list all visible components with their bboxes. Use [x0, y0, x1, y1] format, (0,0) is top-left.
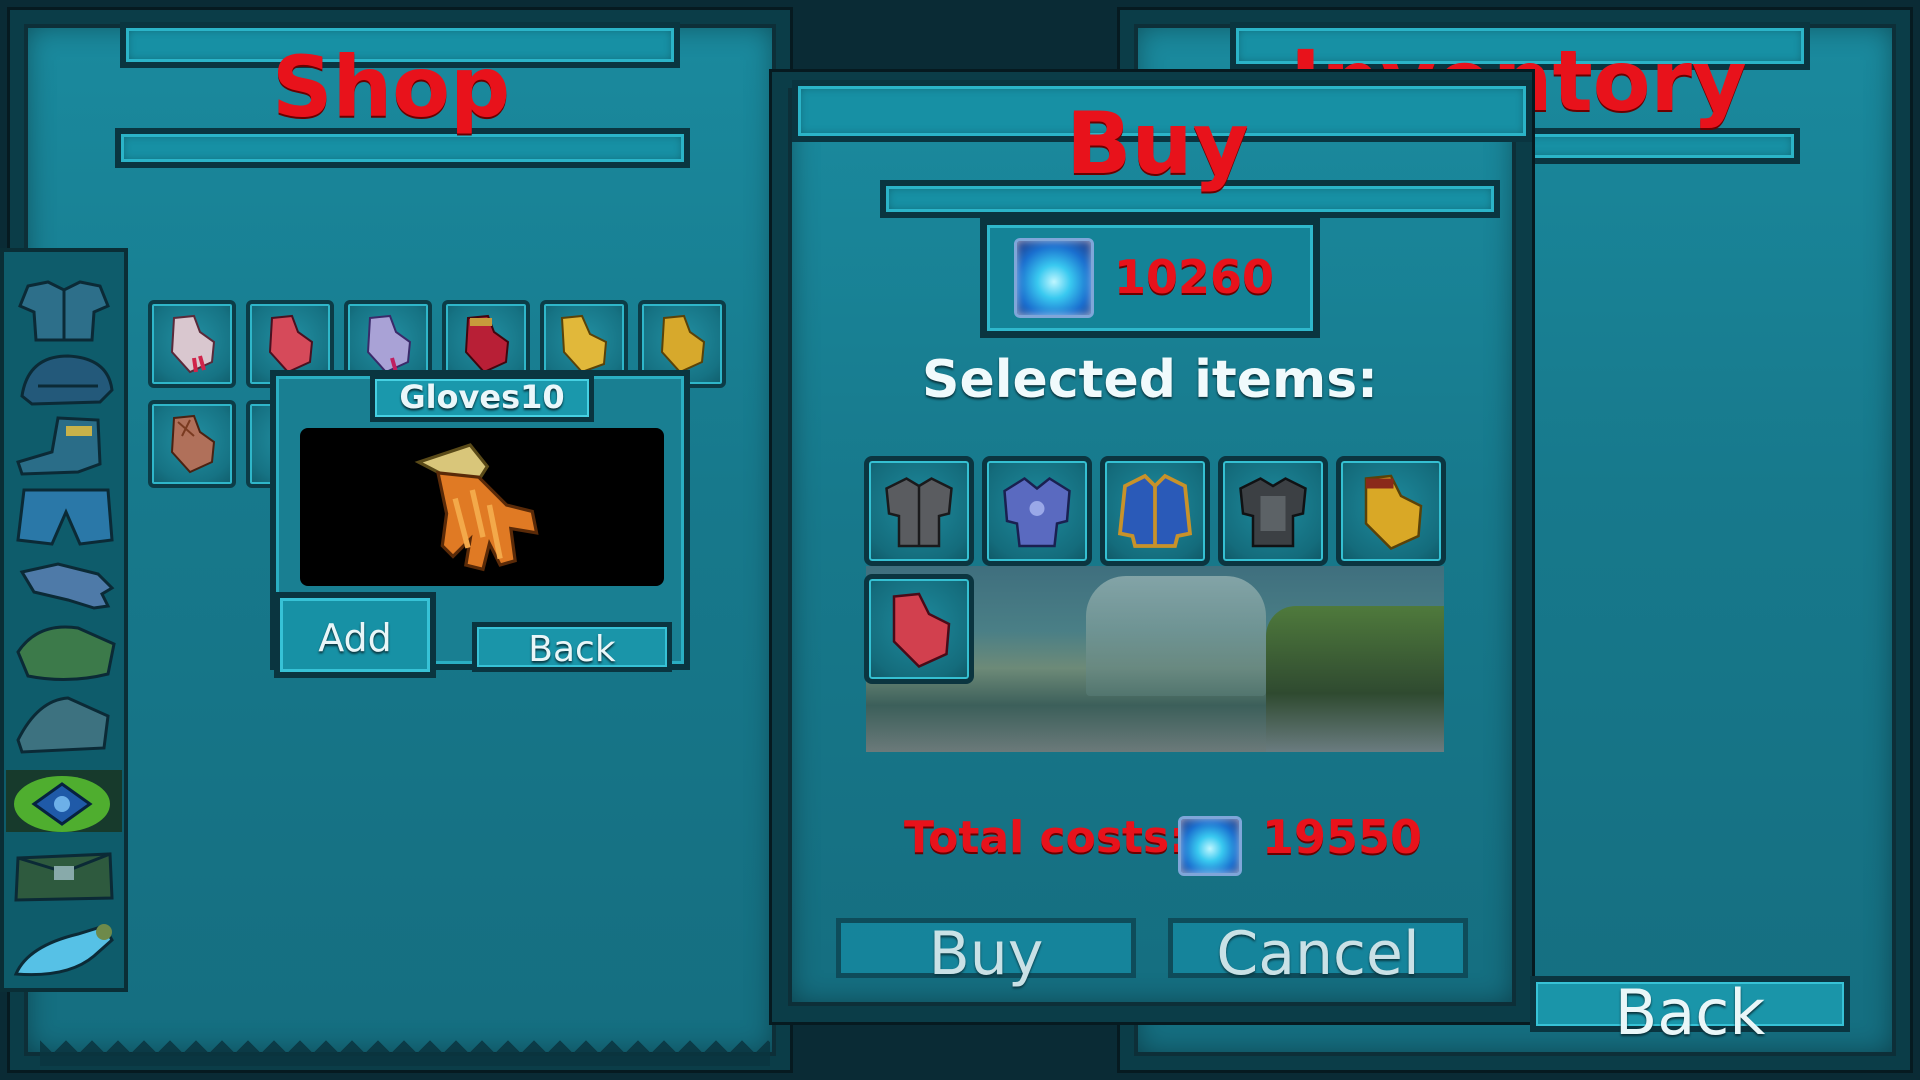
gloves-icon: [170, 414, 216, 474]
selected-item-slot[interactable]: [1218, 456, 1328, 566]
gloves-icon: [560, 314, 608, 374]
category-chest-armor-icon[interactable]: [8, 276, 120, 344]
cancel-button-label: Cancel: [1216, 919, 1420, 989]
selected-item-slot[interactable]: [864, 456, 974, 566]
selected-items-label: Selected items:: [922, 350, 1378, 410]
scenery-waterfall: [1086, 576, 1266, 696]
cancel-button[interactable]: Cancel: [1168, 918, 1468, 989]
gem-currency-icon: [1178, 816, 1242, 876]
gloves-icon: [268, 314, 314, 374]
chest-armor-icon: [1239, 477, 1307, 548]
shop-bottom-spikes: [40, 1040, 770, 1066]
jacket-icon: [1117, 473, 1193, 548]
selected-item-slot[interactable]: [1336, 456, 1446, 566]
gem-currency-icon: [1014, 238, 1094, 318]
balance-value: 10260: [1114, 250, 1275, 304]
gloves-icon: [892, 592, 951, 668]
add-button-label: Add: [318, 616, 392, 660]
category-bag-icon[interactable]: [8, 838, 120, 906]
selected-item-slot[interactable]: [982, 456, 1092, 566]
category-shoulder-icon[interactable]: [8, 690, 120, 758]
popup-back-button[interactable]: Back: [472, 622, 672, 672]
chest-armor-icon: [1003, 476, 1071, 548]
category-potion-icon[interactable]: [8, 916, 120, 984]
shop-title: Shop: [272, 38, 511, 136]
buy-button-label: Buy: [928, 919, 1044, 989]
gloves-icon: [170, 314, 216, 374]
selected-item-slot[interactable]: [1100, 456, 1210, 566]
chest-armor-icon: [885, 477, 953, 548]
inventory-back-button-label: Back: [1614, 976, 1766, 1049]
item-name: Gloves10: [399, 378, 565, 416]
category-helmet-icon[interactable]: [8, 346, 120, 414]
total-costs-value: 19550: [1262, 810, 1423, 864]
buy-button[interactable]: Buy: [836, 918, 1136, 989]
category-gloves-icon[interactable]: [8, 550, 120, 618]
gloves-icon: [464, 314, 510, 374]
selected-item-slot[interactable]: [864, 574, 974, 684]
category-boots-icon[interactable]: [8, 412, 120, 480]
add-button[interactable]: Add: [274, 592, 436, 678]
shop-item-slot[interactable]: [148, 400, 236, 488]
gloves-icon: [366, 314, 412, 374]
gloves-icon: [660, 314, 706, 374]
shop-item-slot[interactable]: [148, 300, 236, 388]
item-preview: [300, 428, 664, 586]
gloves-preview-icon: [414, 443, 539, 572]
category-amulet-icon[interactable]: [6, 770, 122, 832]
scenery-cliff: [1266, 606, 1444, 752]
popup-back-button-label: Back: [528, 629, 616, 670]
buy-dialog-title: Buy: [1066, 94, 1249, 194]
category-bracer-icon[interactable]: [8, 618, 120, 686]
gloves-icon: [1364, 474, 1423, 550]
inventory-back-button[interactable]: Back: [1530, 976, 1850, 1049]
category-pants-icon[interactable]: [8, 482, 120, 550]
total-costs-label: Total costs:: [904, 812, 1187, 863]
